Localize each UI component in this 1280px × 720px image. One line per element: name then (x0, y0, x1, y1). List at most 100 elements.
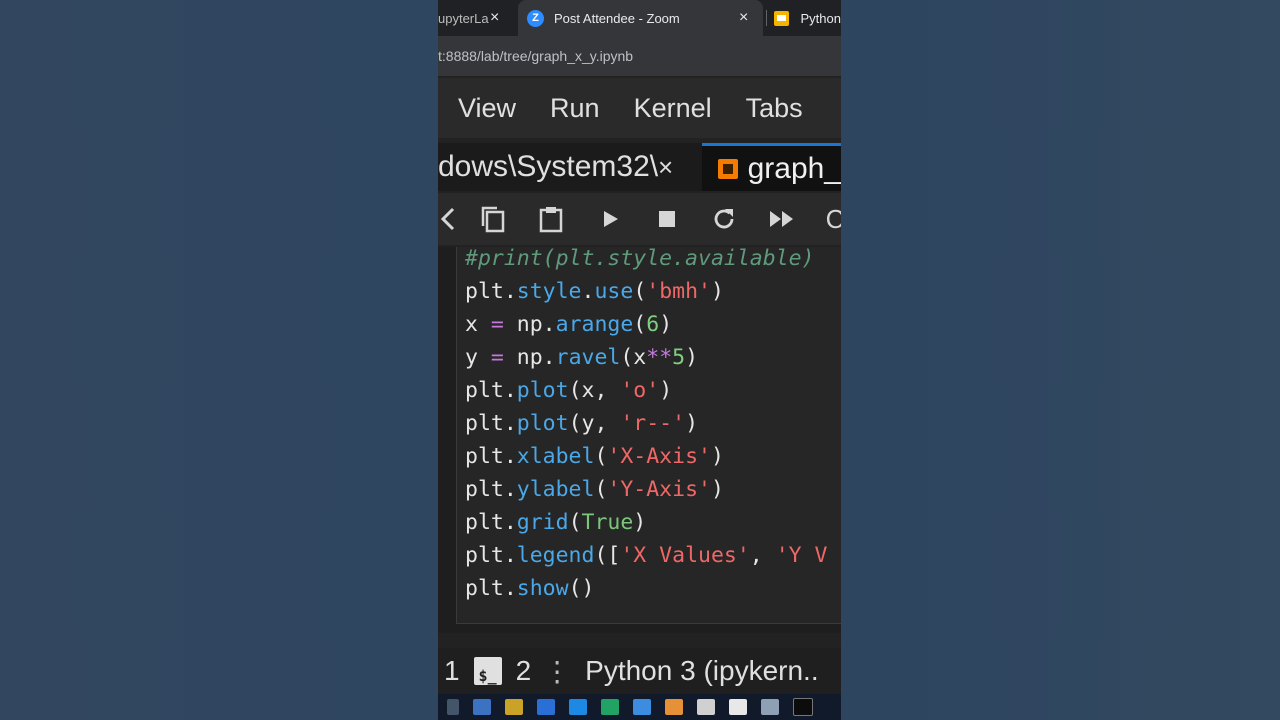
fast-forward-icon[interactable] (766, 193, 798, 245)
code-token: plot (516, 411, 569, 436)
browser-tab-strip: upyterLa × Z Post Attendee - Zoom × Pyth… (438, 0, 841, 36)
tab-label: dows\System32\ (438, 150, 659, 183)
mail-icon[interactable] (569, 699, 587, 715)
kernel-status-icon: ⋮ (543, 655, 572, 687)
folder-icon[interactable] (505, 699, 523, 715)
code-token: ) (633, 510, 647, 535)
calendar-icon[interactable] (697, 699, 715, 715)
pycharm-icon[interactable] (601, 699, 619, 715)
chrome-icon[interactable] (473, 699, 491, 715)
code-token: 'r--' (620, 411, 686, 436)
restart-icon[interactable] (709, 193, 739, 245)
kernel-name[interactable]: Python 3 (ipykern.. (585, 655, 818, 687)
code-token: ) (710, 477, 724, 502)
code-token: #print(plt.style.available) (465, 247, 815, 271)
code-token: plt. (465, 411, 517, 436)
cube-icon[interactable] (761, 699, 779, 715)
browser-tab-zoom[interactable]: Z Post Attendee - Zoom × (518, 0, 763, 36)
code-token: 'Y V (775, 543, 828, 568)
cloud-icon[interactable] (537, 699, 555, 715)
code-token: ([ (594, 543, 621, 568)
copy-icon[interactable] (478, 193, 508, 245)
code-line[interactable]: plt.show() (465, 572, 827, 605)
app-icon[interactable] (633, 699, 651, 715)
file-icon[interactable] (729, 699, 747, 715)
code-token: show (516, 576, 569, 601)
code-token: ) (685, 345, 699, 370)
code-token: ) (659, 378, 673, 403)
code-token: ravel (555, 345, 621, 370)
address-bar[interactable]: t:8888/lab/tree/graph_x_y.ipynb (438, 36, 841, 76)
close-icon[interactable]: × (490, 9, 499, 27)
code-token: plot (516, 378, 569, 403)
browser-tab-label: Post Attendee - Zoom (554, 10, 680, 26)
code-line[interactable]: plt.style.use('bmh') (465, 275, 827, 308)
run-icon[interactable] (596, 193, 626, 245)
menu-tabs[interactable]: Tabs (746, 93, 803, 124)
status-count-b: 2 (515, 655, 532, 686)
code-token: ylabel (516, 477, 595, 502)
code-token: np. (503, 345, 556, 370)
code-token: 'Y-Axis' (607, 477, 711, 502)
notebook-toolbar: C (438, 193, 841, 245)
code-token: y (465, 345, 491, 370)
code-token: , (749, 543, 776, 568)
terminal-app-icon[interactable] (793, 698, 813, 716)
paste-icon[interactable] (536, 193, 566, 245)
menu-run[interactable]: Run (550, 93, 600, 124)
code-token: np. (503, 312, 556, 337)
browser-tab-label: Python (800, 10, 841, 26)
code-token: plt. (465, 576, 517, 601)
toolbar-overflow[interactable]: C (826, 193, 841, 245)
stop-icon[interactable] (652, 193, 682, 245)
tab-label: graph_ (747, 151, 841, 185)
code-line[interactable]: plt.ylabel('Y-Axis') (465, 473, 827, 506)
cut-icon[interactable] (438, 193, 458, 245)
code-line[interactable]: plt.plot(x, 'o') (465, 374, 827, 407)
code-token: True (581, 510, 634, 535)
code-token: plt. (465, 510, 517, 535)
document-icon[interactable] (665, 699, 683, 715)
code-line[interactable]: plt.legend(['X Values', 'Y V (465, 539, 827, 572)
code-line[interactable]: x = np.arange(6) (465, 308, 827, 341)
close-icon[interactable]: × (739, 9, 748, 27)
browser-tab-python[interactable]: Python (768, 0, 841, 36)
code-token: = (490, 312, 504, 337)
code-token: 5 (672, 345, 686, 370)
notebook-icon (718, 158, 738, 179)
code-line[interactable]: y = np.ravel(x**5) (465, 341, 827, 374)
tab-divider (766, 10, 767, 26)
close-icon[interactable]: × (658, 152, 673, 183)
code-token: plt. (465, 279, 517, 304)
tab-notebook[interactable]: graph_ (702, 143, 841, 191)
code-token: 'bmh' (646, 279, 711, 304)
code-token: xlabel (516, 444, 595, 469)
code-token: ( (568, 510, 582, 535)
browser-tab-jupyterlab[interactable]: upyterLa × (438, 0, 518, 36)
status-bar: 1 $_ 2 ⋮ Python 3 (ipykern.. (438, 648, 841, 694)
code-cell[interactable]: #print(plt.style.available) plt.style.use… (456, 247, 841, 624)
code-line[interactable]: #print(plt.style.available) (465, 247, 827, 275)
code-line[interactable]: plt.grid(True) (465, 506, 827, 539)
code-token: ) (711, 279, 724, 304)
code-line[interactable]: plt.xlabel('X-Axis') (465, 440, 827, 473)
code-token: 6 (646, 312, 660, 337)
code-line[interactable]: plt.plot(y, 'r--') (465, 407, 827, 440)
tab-terminal[interactable]: dows\System32\ × (438, 143, 700, 191)
code-token: ) (710, 444, 724, 469)
code-token: ( (594, 477, 608, 502)
menu-bar: View Run Kernel Tabs (438, 78, 841, 138)
browser-tab-label: upyterLa (438, 10, 489, 26)
menu-view[interactable]: View (458, 93, 516, 124)
menu-kernel[interactable]: Kernel (634, 93, 712, 124)
task-view-icon[interactable] (447, 699, 459, 715)
code-token: plt. (465, 444, 517, 469)
code-token: plt. (465, 477, 517, 502)
code-token: 'X-Axis' (607, 444, 711, 469)
slides-icon (774, 10, 789, 26)
code-token: . (581, 279, 595, 304)
code-token: () (568, 576, 595, 601)
code-token: ** (646, 345, 673, 370)
code-editor[interactable]: #print(plt.style.available) plt.style.use… (465, 247, 827, 605)
os-taskbar (438, 694, 841, 720)
